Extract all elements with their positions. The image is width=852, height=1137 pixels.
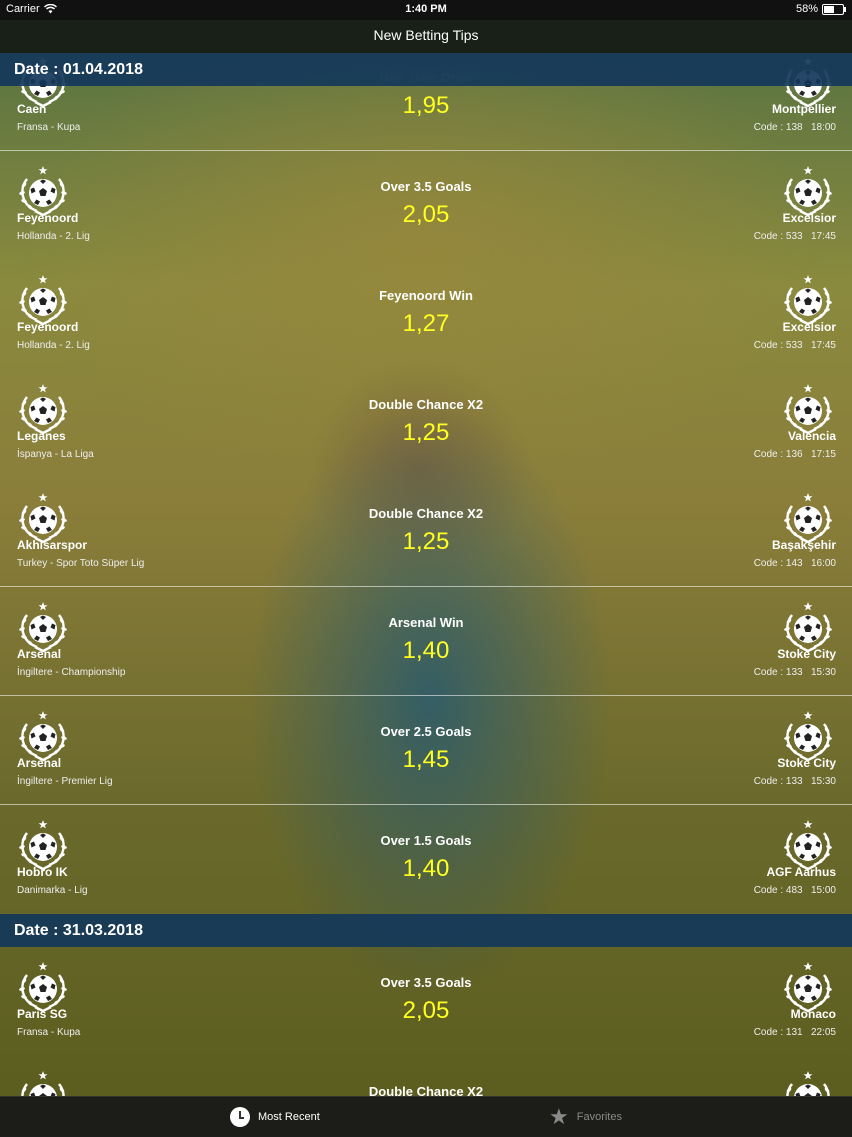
tips-list[interactable]: Half Time DrawCaenFransa - Kupa1,95Montp… xyxy=(0,53,852,1096)
match-row[interactable]: Over 3.5 Goals Paris SG Fransa - Kupa 2,05 M… xyxy=(0,947,852,1055)
status-right: 58% xyxy=(795,3,846,15)
match-code: Code : 133 xyxy=(753,776,803,787)
away-team: Excelsior xyxy=(782,211,836,225)
match-row[interactable]: Double Chance X2 Leganes İspanya - La Liga… xyxy=(0,369,852,477)
battery-percent: 58% xyxy=(795,3,818,15)
tab-favorites-label: Favorites xyxy=(576,1111,622,1123)
tab-most-recent-label: Most Recent xyxy=(258,1111,320,1123)
star-icon: ★ xyxy=(549,1104,569,1129)
status-bar: Carrier 1:40 PM 58% xyxy=(0,0,852,20)
match-time: 16:00 xyxy=(810,558,836,569)
match-code-time: Code : 133 15:30 xyxy=(754,667,836,678)
tip-type: Over 2.5 Goals xyxy=(380,724,472,739)
away-team: Başakşehir xyxy=(771,538,836,552)
match-code-time: Code : 136 17:15 xyxy=(754,449,836,460)
match-row[interactable]: Over 3.5 Goals Feyenoord Hollanda - 2. Lig… xyxy=(0,151,852,259)
date-header-label: Date : 01.04.2018 xyxy=(14,61,143,78)
tip-type: Feyenoord Win xyxy=(379,288,473,303)
odds-value: 1,45 xyxy=(402,746,450,773)
tab-favorites[interactable]: ★ Favorites xyxy=(549,1097,622,1137)
odds-value: 1,25 xyxy=(402,419,450,446)
match-code-time: Code : 533 17:45 xyxy=(754,340,836,351)
league-name: İspanya - La Liga xyxy=(17,449,94,460)
match-row[interactable]: Arsenal Win Arsenal İngiltere - Championsh… xyxy=(0,587,852,696)
odds-value: 2,05 xyxy=(402,997,450,1024)
match-row[interactable]: Double Chance X2 xyxy=(0,1056,852,1096)
tip-type: Double Chance X2 xyxy=(368,506,484,521)
match-code: Code : 131 xyxy=(753,1027,803,1038)
match-time: 17:15 xyxy=(810,449,836,460)
match-code: Code : 533 xyxy=(753,340,803,351)
away-team: Monaco xyxy=(790,1007,836,1021)
league-name: Danimarka - Lig xyxy=(17,885,88,896)
match-row[interactable]: Double Chance X2 Akhisarspor Turkey - Spor… xyxy=(0,478,852,587)
nav-title: New Betting Tips xyxy=(373,27,479,43)
away-team: Stoke City xyxy=(777,756,836,770)
date-header-label: Date : 31.03.2018 xyxy=(14,922,143,939)
match-code-time: Code : 533 17:45 xyxy=(754,231,836,242)
odds-value: 1,40 xyxy=(402,855,450,882)
away-team: Montpellier xyxy=(771,102,836,116)
league-name: Fransa - Kupa xyxy=(17,1027,81,1038)
league-name: İngiltere - Championship xyxy=(17,667,126,678)
match-time: 17:45 xyxy=(810,231,836,242)
tip-type: Over 3.5 Goals xyxy=(380,975,472,990)
battery-icon xyxy=(822,3,846,15)
odds-value: 1,25 xyxy=(402,528,450,555)
league-name: Turkey - Spor Toto Süper Lig xyxy=(17,558,145,569)
match-code-time: Code : 143 16:00 xyxy=(754,558,836,569)
match-time: 15:00 xyxy=(810,885,836,896)
match-code-time: Code : 133 15:30 xyxy=(754,776,836,787)
match-row[interactable]: Over 1.5 Goals Hobro IK Danimarka - Lig 1,4… xyxy=(0,805,852,913)
league-name: Fransa - Kupa xyxy=(17,122,81,133)
away-team: AGF Aarhus xyxy=(766,865,836,879)
match-code-time: Code : 138 18:00 xyxy=(754,122,836,133)
away-team: Valencia xyxy=(787,429,836,443)
match-row[interactable]: Over 2.5 Goals Arsenal İngiltere - Premier… xyxy=(0,696,852,805)
match-time: 17:45 xyxy=(810,340,836,351)
match-code: Code : 136 xyxy=(753,449,803,460)
clock-icon xyxy=(230,1107,250,1127)
nav-bar: New Betting Tips xyxy=(0,20,852,53)
match-time: 15:30 xyxy=(810,667,836,678)
match-code: Code : 143 xyxy=(753,558,803,569)
tip-type: Over 1.5 Goals xyxy=(380,833,472,848)
league-name: İngiltere - Premier Lig xyxy=(17,776,113,787)
match-time: 15:30 xyxy=(810,776,836,787)
match-code-time: Code : 131 22:05 xyxy=(754,1027,836,1038)
league-name: Hollanda - 2. Lig xyxy=(17,231,90,242)
date-header: Date : 01.04.2018 xyxy=(0,53,852,86)
odds-value: 1,95 xyxy=(402,92,450,119)
match-code: Code : 483 xyxy=(753,885,803,896)
match-row[interactable]: Feyenoord Win Feyenoord Hollanda - 2. Lig 1… xyxy=(0,260,852,368)
date-header: Date : 31.03.2018 xyxy=(0,914,852,947)
match-code: Code : 133 xyxy=(753,667,803,678)
odds-value: 1,40 xyxy=(402,637,450,664)
away-team: Stoke City xyxy=(777,647,836,661)
match-code: Code : 138 xyxy=(753,122,803,133)
tab-most-recent[interactable]: Most Recent xyxy=(230,1097,320,1137)
league-name: Hollanda - 2. Lig xyxy=(17,340,90,351)
tip-type: Double Chance X2 xyxy=(368,397,484,412)
match-code-time: Code : 483 15:00 xyxy=(754,885,836,896)
odds-value: 2,05 xyxy=(402,201,450,228)
away-crest-icon xyxy=(780,1070,836,1096)
away-team: Excelsior xyxy=(782,320,836,334)
tip-type: Arsenal Win xyxy=(388,615,464,630)
tab-bar: Most Recent ★ Favorites xyxy=(0,1096,852,1137)
odds-value: 1,27 xyxy=(402,310,450,337)
status-time: 1:40 PM xyxy=(405,3,447,15)
tip-type: Over 3.5 Goals xyxy=(380,179,472,194)
tip-type: Double Chance X2 xyxy=(368,1084,484,1096)
match-code: Code : 533 xyxy=(753,231,803,242)
match-time: 22:05 xyxy=(810,1027,836,1038)
match-time: 18:00 xyxy=(810,122,836,133)
